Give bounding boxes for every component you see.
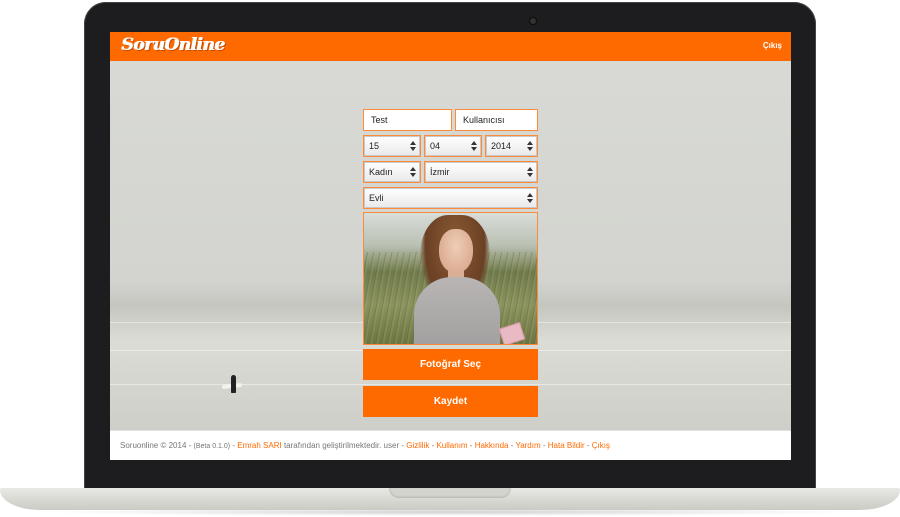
last-name-field[interactable]: Kullanıcısı bbox=[455, 109, 538, 131]
birth-day-select[interactable]: 15 bbox=[363, 135, 421, 157]
first-name-field[interactable]: Test bbox=[363, 109, 452, 131]
camera-icon bbox=[530, 18, 536, 24]
surfer-body bbox=[231, 375, 236, 393]
footer-separator: - bbox=[467, 441, 475, 450]
profile-photo bbox=[363, 212, 538, 345]
screen: SoruOnline Çıkış Test Kullanıcısı 15 04 … bbox=[110, 32, 791, 460]
footer-link-about[interactable]: Hakkında bbox=[475, 441, 509, 450]
laptop-mockup: SoruOnline Çıkış Test Kullanıcısı 15 04 … bbox=[0, 0, 900, 517]
city-value: İzmir bbox=[430, 167, 450, 177]
footer-dash: - bbox=[232, 441, 235, 450]
footer-separator: - bbox=[584, 441, 592, 450]
wave-line bbox=[110, 384, 791, 385]
footer-developed-by: tarafından geliştirilmektedir. user - bbox=[283, 441, 404, 450]
birth-year-select[interactable]: 2014 bbox=[485, 135, 538, 157]
gender-value: Kadın bbox=[369, 167, 393, 177]
marital-status-value: Evli bbox=[369, 193, 384, 203]
footer-separator: - bbox=[540, 441, 548, 450]
city-select[interactable]: İzmir bbox=[424, 161, 538, 183]
footer-copyright: Soruonline © 2014 - bbox=[120, 441, 192, 450]
updown-arrows-icon bbox=[527, 167, 533, 177]
logout-link[interactable]: Çıkış bbox=[763, 41, 782, 50]
birth-month-select[interactable]: 04 bbox=[424, 135, 482, 157]
select-photo-button[interactable]: Fotoğraf Seç bbox=[363, 349, 538, 380]
footer-link-help[interactable]: Yardım bbox=[515, 441, 540, 450]
photo-sweater bbox=[414, 277, 500, 344]
footer: Soruonline © 2014 - (Beta 0.1.0) - Emrah… bbox=[110, 430, 791, 460]
footer-link-privacy[interactable]: Gizlilik bbox=[406, 441, 429, 450]
footer-link-logout[interactable]: Çıkış bbox=[592, 441, 610, 450]
birth-year-value: 2014 bbox=[491, 141, 512, 151]
save-button[interactable]: Kaydet bbox=[363, 386, 538, 417]
site-logo[interactable]: SoruOnline bbox=[122, 35, 226, 55]
footer-link-report-bug[interactable]: Hata Bildir bbox=[548, 441, 585, 450]
birth-day-value: 15 bbox=[369, 141, 380, 151]
updown-arrows-icon bbox=[410, 141, 416, 151]
footer-author-link[interactable]: Emrah SARI bbox=[237, 441, 281, 450]
photo-face bbox=[439, 229, 473, 273]
updown-arrows-icon bbox=[527, 193, 533, 203]
updown-arrows-icon bbox=[410, 167, 416, 177]
birth-month-value: 04 bbox=[430, 141, 441, 151]
footer-beta: (Beta 0.1.0) bbox=[193, 443, 231, 450]
updown-arrows-icon bbox=[527, 141, 533, 151]
gender-select[interactable]: Kadın bbox=[363, 161, 421, 183]
top-navbar: SoruOnline Çıkış bbox=[110, 32, 791, 61]
footer-link-terms[interactable]: Kullanım bbox=[436, 441, 467, 450]
marital-status-select[interactable]: Evli bbox=[363, 187, 538, 209]
updown-arrows-icon bbox=[471, 141, 477, 151]
laptop-notch bbox=[389, 488, 511, 498]
surfer-figure bbox=[221, 375, 246, 397]
